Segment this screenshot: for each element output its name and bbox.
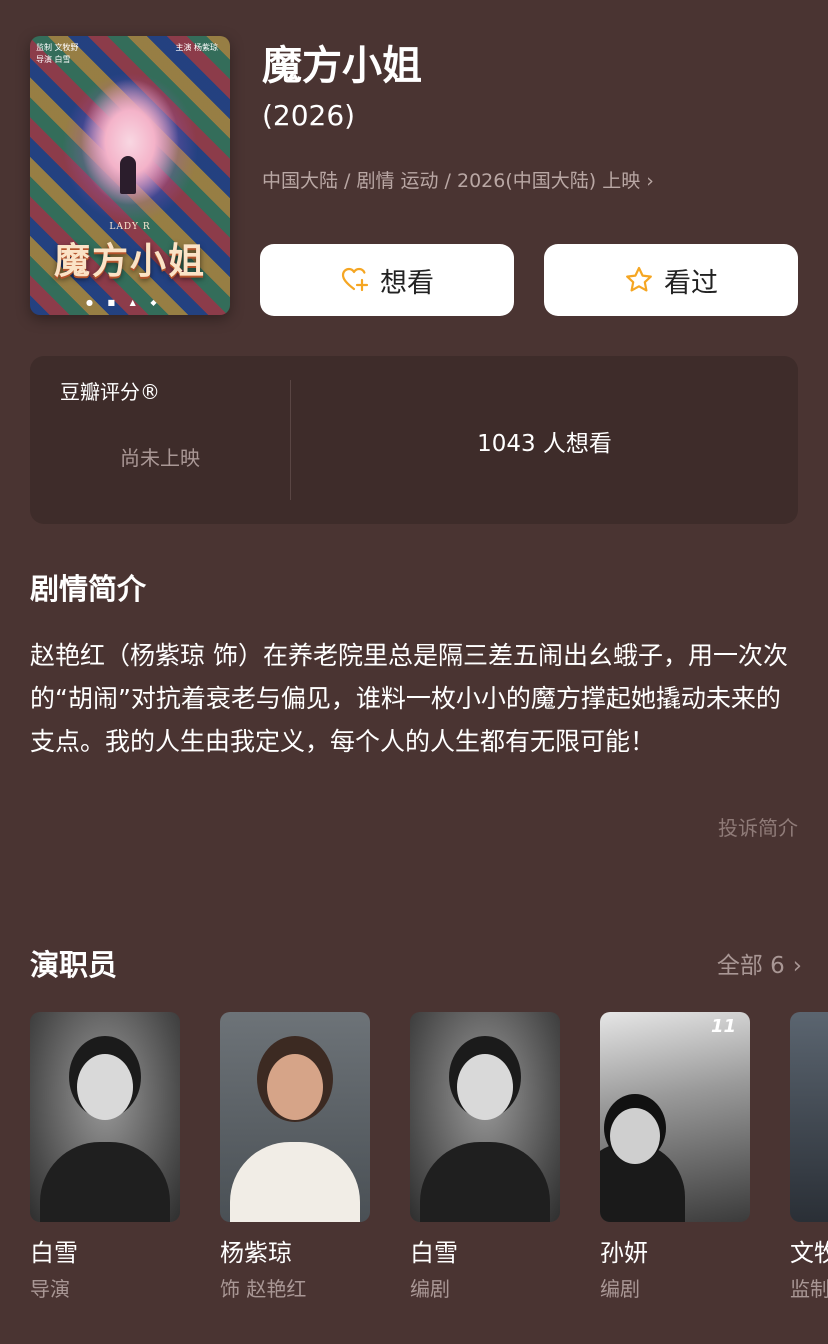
cast-card[interactable]: 白雪 导演 bbox=[30, 1012, 180, 1304]
movie-meta-text: 中国大陆 / 剧情 运动 / 2026(中国大陆) 上映 bbox=[262, 170, 641, 192]
cast-name: 杨紫琼 bbox=[220, 1239, 292, 1267]
chevron-right-icon: › bbox=[646, 170, 654, 192]
cast-heading: 演职员 bbox=[30, 948, 118, 982]
douban-rating-label: 豆瓣评分® bbox=[60, 380, 160, 404]
poster-figure bbox=[120, 156, 136, 194]
watched-button[interactable]: 看过 bbox=[544, 244, 798, 316]
cast-card[interactable]: 杨紫琼 饰 赵艳红 bbox=[220, 1012, 370, 1304]
photo-figure-head bbox=[77, 1054, 133, 1120]
report-synopsis-link[interactable]: 投诉简介 bbox=[718, 812, 798, 841]
synopsis-heading: 剧情简介 bbox=[30, 572, 147, 606]
photo-badge: 11 bbox=[710, 1016, 736, 1037]
photo-figure-body bbox=[40, 1142, 170, 1222]
movie-meta[interactable]: 中国大陆 / 剧情 运动 / 2026(中国大陆) 上映 › bbox=[262, 166, 654, 196]
photo-figure-head bbox=[267, 1054, 323, 1120]
photo-figure-head bbox=[457, 1054, 513, 1120]
cast-role: 编剧 bbox=[410, 1277, 450, 1301]
poster-credit-left: 监制 文牧野 导演 白雪 bbox=[36, 43, 79, 64]
cast-role: 饰 赵艳红 bbox=[220, 1277, 307, 1301]
cast-role: 编剧 bbox=[600, 1277, 640, 1301]
rating-panel[interactable]: 豆瓣评分® 尚未上映 1043 人想看 bbox=[30, 356, 798, 524]
rating-status: 尚未上映 bbox=[120, 446, 200, 470]
heart-plus-icon bbox=[341, 267, 369, 292]
watched-label: 看过 bbox=[664, 267, 718, 299]
cast-card[interactable]: 11 孙妍 编剧 bbox=[600, 1012, 750, 1304]
cast-view-all-link[interactable]: 全部 6 › bbox=[717, 946, 802, 980]
cast-name: 孙妍 bbox=[600, 1239, 648, 1267]
movie-title: 魔方小姐 bbox=[262, 43, 422, 89]
cast-role: 监制 bbox=[790, 1277, 828, 1301]
poster-credit-right: 主演 杨紫琼 bbox=[175, 43, 218, 52]
photo-figure-body bbox=[230, 1142, 360, 1222]
cast-name: 文牧 bbox=[790, 1239, 828, 1267]
star-outline-icon bbox=[626, 266, 652, 292]
movie-poster[interactable]: 监制 文牧野 导演 白雪 主演 杨紫琼 LADY R 魔方小姐 ● ■ ▲ ◆ bbox=[30, 36, 230, 315]
cast-name: 白雪 bbox=[30, 1239, 78, 1267]
cast-photo bbox=[30, 1012, 180, 1222]
cast-photo bbox=[410, 1012, 560, 1222]
want-to-watch-button[interactable]: 想看 bbox=[260, 244, 514, 316]
cast-name: 白雪 bbox=[410, 1239, 458, 1267]
chevron-right-icon: › bbox=[792, 953, 802, 979]
poster-title: 魔方小姐 bbox=[53, 241, 206, 282]
cast-photo bbox=[220, 1012, 370, 1222]
photo-figure-head bbox=[610, 1108, 660, 1164]
cast-role: 导演 bbox=[30, 1277, 70, 1301]
movie-year: (2026) bbox=[262, 99, 356, 132]
cast-photo: 11 bbox=[600, 1012, 750, 1222]
poster-logos: ● ■ ▲ ◆ bbox=[86, 298, 163, 307]
cast-photo bbox=[790, 1012, 828, 1222]
photo-figure-body bbox=[420, 1142, 550, 1222]
poster-credits: 监制 文牧野 导演 白雪 主演 杨紫琼 bbox=[36, 42, 224, 70]
cast-card[interactable]: 文牧 监制 bbox=[790, 1012, 828, 1304]
cast-view-all-label: 全部 6 bbox=[716, 953, 785, 979]
poster-subtitle: LADY R bbox=[109, 222, 151, 232]
synopsis-text[interactable]: 赵艳红（杨紫琼 饰）在养老院里总是隔三差五闹出幺蛾子，用一次次的“胡闹”对抗着衰… bbox=[30, 634, 798, 763]
cast-card[interactable]: 白雪 编剧 bbox=[410, 1012, 560, 1304]
want-to-watch-label: 想看 bbox=[380, 267, 434, 299]
want-count: 1043 人想看 bbox=[477, 431, 612, 457]
